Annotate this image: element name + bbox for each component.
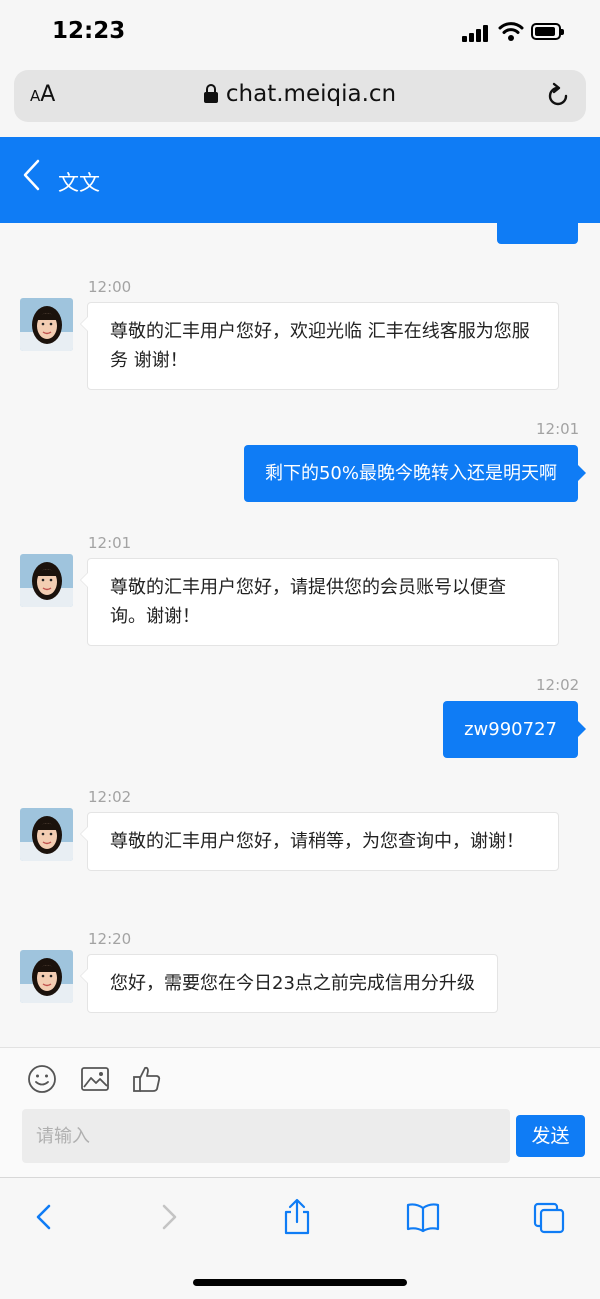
agent-avatar [20,554,73,607]
message-time: 12:01 [536,420,580,438]
incoming-message: 尊敬的汇丰用户您好，请提供您的会员账号以便查询。谢谢！ [80,558,559,646]
chat-header: 文文 [0,137,600,223]
back-icon[interactable] [27,1198,61,1236]
home-indicator [193,1279,407,1286]
wifi-icon [498,22,524,41]
status-time: 12:23 [52,18,126,44]
message-time: 12:02 [536,676,580,694]
url-bar[interactable]: AA chat.meiqia.cn [14,70,586,122]
reload-icon[interactable] [544,82,572,110]
send-button[interactable]: 发送 [516,1115,585,1157]
message-time: 12:02 [88,788,132,806]
message-input[interactable] [22,1109,510,1163]
lock-icon [203,84,218,103]
incoming-message: 您好，需要您在今日23点之前完成信用分升级 [80,954,498,1013]
cellular-signal-icon [462,24,490,42]
composer: 发送 [0,1047,600,1177]
tabs-icon[interactable] [532,1198,566,1236]
share-icon[interactable] [280,1198,314,1236]
partial-message-bubble [497,223,578,244]
battery-icon [531,23,564,40]
outgoing-message: 剩下的50%最晚今晚转入还是明天啊 [243,445,587,502]
url-text: chat.meiqia.cn [225,81,397,107]
message-time: 12:00 [88,278,132,296]
thumbs-up-icon[interactable] [132,1064,162,1094]
url-display[interactable]: chat.meiqia.cn [14,81,586,107]
message-list[interactable]: 12:00 尊敬的汇丰用户您好，欢迎光临 汇丰在线客服为您服务 谢谢！ 12:0… [0,223,600,1047]
agent-avatar [20,298,73,351]
emoji-icon[interactable] [27,1064,57,1094]
incoming-message: 尊敬的汇丰用户您好，请稍等，为您查询中，谢谢！ [80,812,559,871]
forward-icon[interactable] [152,1198,186,1236]
outgoing-message: zw990727 [443,701,586,758]
image-icon[interactable] [80,1064,110,1094]
agent-avatar [20,808,73,861]
back-icon[interactable] [20,157,44,193]
agent-avatar [20,950,73,1003]
chat-title: 文文 [58,171,100,195]
status-bar: 12:23 [0,0,600,64]
message-time: 12:01 [88,534,132,552]
message-time: 12:20 [88,930,132,948]
incoming-message: 尊敬的汇丰用户您好，欢迎光临 汇丰在线客服为您服务 谢谢！ [80,302,559,390]
bookmarks-icon[interactable] [406,1198,440,1236]
